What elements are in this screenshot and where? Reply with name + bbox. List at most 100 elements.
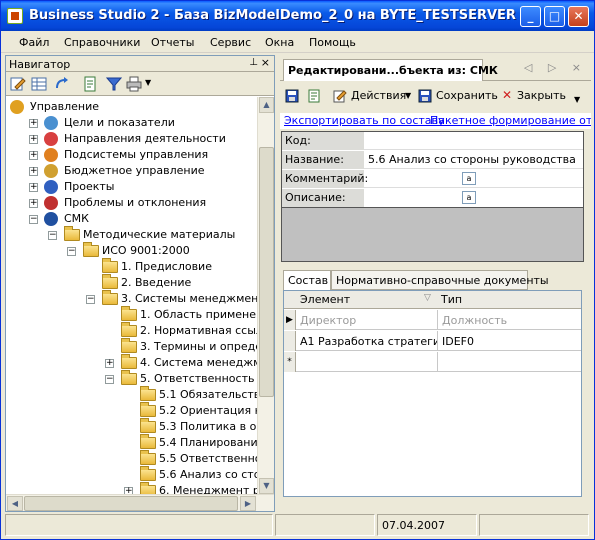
pin-icon[interactable]: ⊥ bbox=[249, 57, 258, 68]
scroll-thumb[interactable] bbox=[259, 147, 274, 397]
tree-vertical-scrollbar[interactable]: ▲ ▼ bbox=[257, 97, 274, 494]
close-button[interactable]: Закрыть bbox=[517, 89, 566, 102]
code-field[interactable] bbox=[366, 132, 581, 149]
description-editor-icon[interactable]: a bbox=[462, 191, 476, 204]
tree-item[interactable]: 5.2 Ориентация на по bbox=[6, 402, 258, 419]
tree-item[interactable]: +6. Менеджмент ресурсо bbox=[6, 482, 258, 494]
new-row[interactable]: * bbox=[284, 352, 581, 372]
expand-icon[interactable]: + bbox=[29, 183, 38, 192]
menu-service[interactable]: Сервис bbox=[210, 36, 251, 49]
expand-icon[interactable]: + bbox=[105, 359, 114, 368]
tree-item[interactable]: 5.3 Политика в облас bbox=[6, 418, 258, 435]
hscroll-thumb[interactable] bbox=[24, 496, 238, 511]
actions-icon[interactable] bbox=[333, 89, 347, 103]
tree-item[interactable]: − 5. Ответственность рукс bbox=[6, 370, 258, 387]
expand-icon[interactable]: + bbox=[124, 487, 133, 494]
maximize-button[interactable]: □ bbox=[544, 6, 565, 27]
tree-item[interactable]: 1. Область применения bbox=[6, 306, 258, 323]
save-button[interactable]: Сохранить bbox=[436, 89, 498, 102]
collapse-icon[interactable]: − bbox=[86, 295, 95, 304]
tree-item[interactable]: − 3. Системы менеджмента кач bbox=[6, 290, 258, 307]
document-icon[interactable] bbox=[82, 76, 98, 92]
actions-dropdown-icon[interactable]: ▼ bbox=[405, 91, 411, 100]
scroll-right-icon[interactable]: ▶ bbox=[240, 496, 256, 511]
tree-item[interactable]: 5.1 Обязательства ру bbox=[6, 386, 258, 403]
print-icon[interactable] bbox=[126, 76, 142, 92]
type-column-header[interactable]: Тип bbox=[441, 293, 462, 306]
scroll-down-icon[interactable]: ▼ bbox=[259, 478, 274, 494]
toolbar-overflow-icon[interactable]: ▼ bbox=[574, 95, 580, 104]
collapse-icon[interactable]: − bbox=[48, 231, 57, 240]
element-cell[interactable]: Директор bbox=[297, 310, 438, 330]
tree-item[interactable]: Управление bbox=[6, 99, 258, 115]
tree-item[interactable]: + Направления деятельности bbox=[6, 131, 258, 147]
tree-item[interactable]: − Методические материалы bbox=[6, 226, 258, 243]
filter-icon[interactable] bbox=[106, 76, 122, 92]
name-field[interactable]: 5.6 Анализ со стороны руководства bbox=[366, 151, 581, 168]
tab-regulatory-documents[interactable]: Нормативно-справочные документы bbox=[331, 270, 549, 290]
scroll-left-icon[interactable]: ◀ bbox=[7, 496, 23, 511]
tree-item[interactable]: + Проекты bbox=[6, 179, 258, 195]
tab-composition[interactable]: Состав bbox=[283, 270, 331, 291]
comment-editor-icon[interactable]: a bbox=[462, 172, 476, 185]
menu-help[interactable]: Помощь bbox=[309, 36, 356, 49]
type-cell[interactable]: Должность bbox=[439, 310, 581, 330]
close-x-icon[interactable]: ✕ bbox=[502, 88, 512, 102]
tree-item[interactable]: + Цели и показатели bbox=[6, 115, 258, 131]
expand-icon[interactable]: + bbox=[29, 167, 38, 176]
table-icon[interactable] bbox=[31, 76, 47, 92]
save-icon[interactable] bbox=[418, 89, 432, 103]
expand-icon[interactable]: + bbox=[29, 199, 38, 208]
title-bar[interactable]: Business Studio 2 - База BizModelDemo_2_… bbox=[1, 1, 594, 31]
type-cell[interactable] bbox=[439, 352, 581, 372]
expand-icon[interactable]: + bbox=[29, 151, 38, 160]
table-row[interactable]: А1 Разработка стратеги... IDEF0 bbox=[284, 331, 581, 351]
menu-windows[interactable]: Окна bbox=[265, 36, 294, 49]
edit-icon[interactable] bbox=[10, 76, 26, 92]
batch-report-link[interactable]: Пакетное формирование отче bbox=[430, 114, 591, 127]
tree-item[interactable]: 5.4 Планирование bbox=[6, 434, 258, 451]
filter-column-icon[interactable]: ▽ bbox=[424, 293, 431, 303]
tree-item[interactable]: 2. Введение bbox=[6, 274, 258, 291]
report-icon[interactable] bbox=[307, 89, 321, 103]
menu-reports[interactable]: Отчеты bbox=[151, 36, 194, 49]
table-row[interactable]: ▶ Директор Должность bbox=[284, 310, 581, 330]
tree-item[interactable]: 5.5 Ответственность bbox=[6, 450, 258, 467]
refresh-icon[interactable] bbox=[54, 76, 70, 92]
menu-file[interactable]: Файл bbox=[19, 36, 49, 49]
tree-item[interactable]: 3. Термины и определени bbox=[6, 338, 258, 355]
navigator-close-icon[interactable]: × bbox=[261, 56, 270, 69]
tree-horizontal-scrollbar[interactable]: ◀ ▶ bbox=[6, 494, 274, 511]
expand-icon[interactable]: + bbox=[29, 119, 38, 128]
tree-item[interactable]: + Подсистемы управления bbox=[6, 147, 258, 163]
tree-item[interactable]: − ИСО 9001:2000 bbox=[6, 242, 258, 259]
element-cell[interactable]: А1 Разработка стратеги... bbox=[297, 331, 438, 351]
export-link[interactable]: Экспортировать по составу bbox=[284, 114, 445, 127]
collapse-icon[interactable]: − bbox=[29, 215, 38, 224]
tab-navigation[interactable]: ◁ ▷ × bbox=[524, 61, 587, 74]
row-selector[interactable]: ▶ bbox=[284, 310, 296, 330]
menu-directories[interactable]: Справочники bbox=[64, 36, 140, 49]
save-disk-icon[interactable] bbox=[285, 89, 299, 103]
tree-item[interactable]: 2. Нормативная ссылка bbox=[6, 322, 258, 339]
minimize-button[interactable]: _ bbox=[520, 6, 541, 27]
actions-button[interactable]: Действия bbox=[351, 89, 406, 102]
type-cell[interactable]: IDEF0 bbox=[439, 331, 581, 351]
element-column-header[interactable]: Элемент bbox=[300, 293, 350, 306]
expand-icon[interactable]: + bbox=[29, 135, 38, 144]
collapse-icon[interactable]: − bbox=[67, 247, 76, 256]
row-selector[interactable] bbox=[284, 331, 296, 351]
new-row-marker[interactable]: * bbox=[284, 352, 296, 372]
tree-item[interactable]: 1. Предисловие bbox=[6, 258, 258, 275]
collapse-icon[interactable]: − bbox=[105, 375, 114, 384]
close-window-button[interactable]: ✕ bbox=[568, 6, 589, 27]
element-cell[interactable] bbox=[297, 352, 438, 372]
tree-item[interactable]: − СМК bbox=[6, 211, 258, 227]
tree-item[interactable]: + Проблемы и отклонения bbox=[6, 195, 258, 211]
scroll-up-icon[interactable]: ▲ bbox=[259, 97, 274, 113]
print-dropdown-icon[interactable]: ▼ bbox=[145, 78, 151, 87]
tree-item[interactable]: + Бюджетное управление bbox=[6, 163, 258, 179]
tree-item[interactable]: +4. Система менеджмента bbox=[6, 354, 258, 371]
editor-tab[interactable]: Редактировани...бъекта из: СМК bbox=[283, 59, 498, 81]
tree-item[interactable]: 5.6 Анализ со сторонь bbox=[6, 466, 258, 483]
